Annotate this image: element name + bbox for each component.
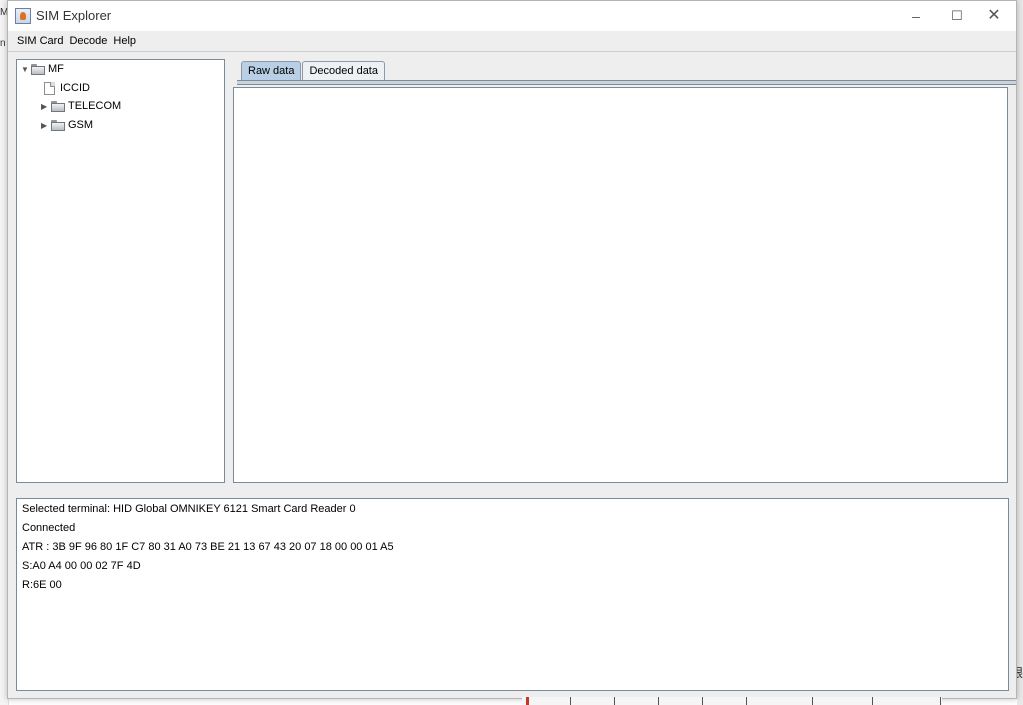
log-line: Connected <box>22 522 76 534</box>
taskbar-divider <box>526 697 529 705</box>
menu-bar: SIM Card Decode Help <box>8 31 1016 52</box>
log-line: ATR : 3B 9F 96 80 1F C7 80 31 A0 73 BE 2… <box>22 541 394 553</box>
sim-explorer-window: SIM Explorer – ☐ ✕ SIM Card Decode Help ▼ M… <box>7 0 1017 699</box>
background-window-edge-right <box>1017 0 1023 705</box>
log-line: R:6E 00 <box>22 579 62 591</box>
expand-down-icon[interactable]: ▼ <box>21 61 30 78</box>
log-console[interactable]: Selected terminal: HID Global OMNIKEY 61… <box>16 498 1009 691</box>
background-taskbar-fragment <box>522 697 942 705</box>
window-title: SIM Explorer <box>36 8 112 23</box>
taskbar-divider <box>702 697 703 705</box>
taskbar-divider <box>570 697 571 705</box>
file-tree[interactable]: ▼ MF ICCID ▶ TELECOM ▶ GSM <box>16 59 225 483</box>
taskbar-divider <box>658 697 659 705</box>
folder-icon <box>51 101 65 112</box>
taskbar-divider <box>940 697 941 705</box>
taskbar-divider <box>614 697 615 705</box>
taskbar-divider <box>812 697 813 705</box>
java-app-icon <box>15 8 31 24</box>
background-text-fragment: n <box>0 38 6 49</box>
minimize-button[interactable]: – <box>894 5 938 27</box>
menu-sim-card[interactable]: SIM Card <box>8 31 66 51</box>
raw-data-panel[interactable] <box>233 87 1008 483</box>
tree-node-label: TELECOM <box>68 100 122 112</box>
log-line: S:A0 A4 00 00 02 7F 4D <box>22 560 141 572</box>
tree-node-telecom[interactable]: ▶ TELECOM <box>41 98 121 115</box>
tree-node-label: GSM <box>68 119 94 131</box>
tab-decoded-data[interactable]: Decoded data <box>302 61 385 80</box>
taskbar-divider <box>746 697 747 705</box>
taskbar-divider <box>872 697 873 705</box>
tab-raw-data[interactable]: Raw data <box>241 61 302 80</box>
tree-node-label: ICCID <box>60 82 90 94</box>
folder-icon <box>31 64 45 75</box>
file-icon <box>44 82 55 95</box>
tree-node-label: MF <box>48 63 64 75</box>
folder-icon <box>51 120 65 131</box>
close-button[interactable]: ✕ <box>972 5 1016 27</box>
title-bar[interactable]: SIM Explorer – ☐ ✕ <box>8 1 1016 31</box>
expand-right-icon[interactable]: ▶ <box>41 98 50 115</box>
log-line: Selected terminal: HID Global OMNIKEY 61… <box>22 503 356 515</box>
tab-strip-divider <box>237 80 1016 85</box>
tree-node-iccid[interactable]: ICCID <box>41 80 90 97</box>
expand-right-icon[interactable]: ▶ <box>41 117 50 134</box>
data-tabs: Raw data Decoded data <box>241 61 386 81</box>
menu-help[interactable]: Help <box>110 31 139 51</box>
tree-node-mf[interactable]: ▼ MF <box>21 61 64 78</box>
menu-decode[interactable]: Decode <box>66 31 110 51</box>
tree-node-gsm[interactable]: ▶ GSM <box>41 117 93 134</box>
